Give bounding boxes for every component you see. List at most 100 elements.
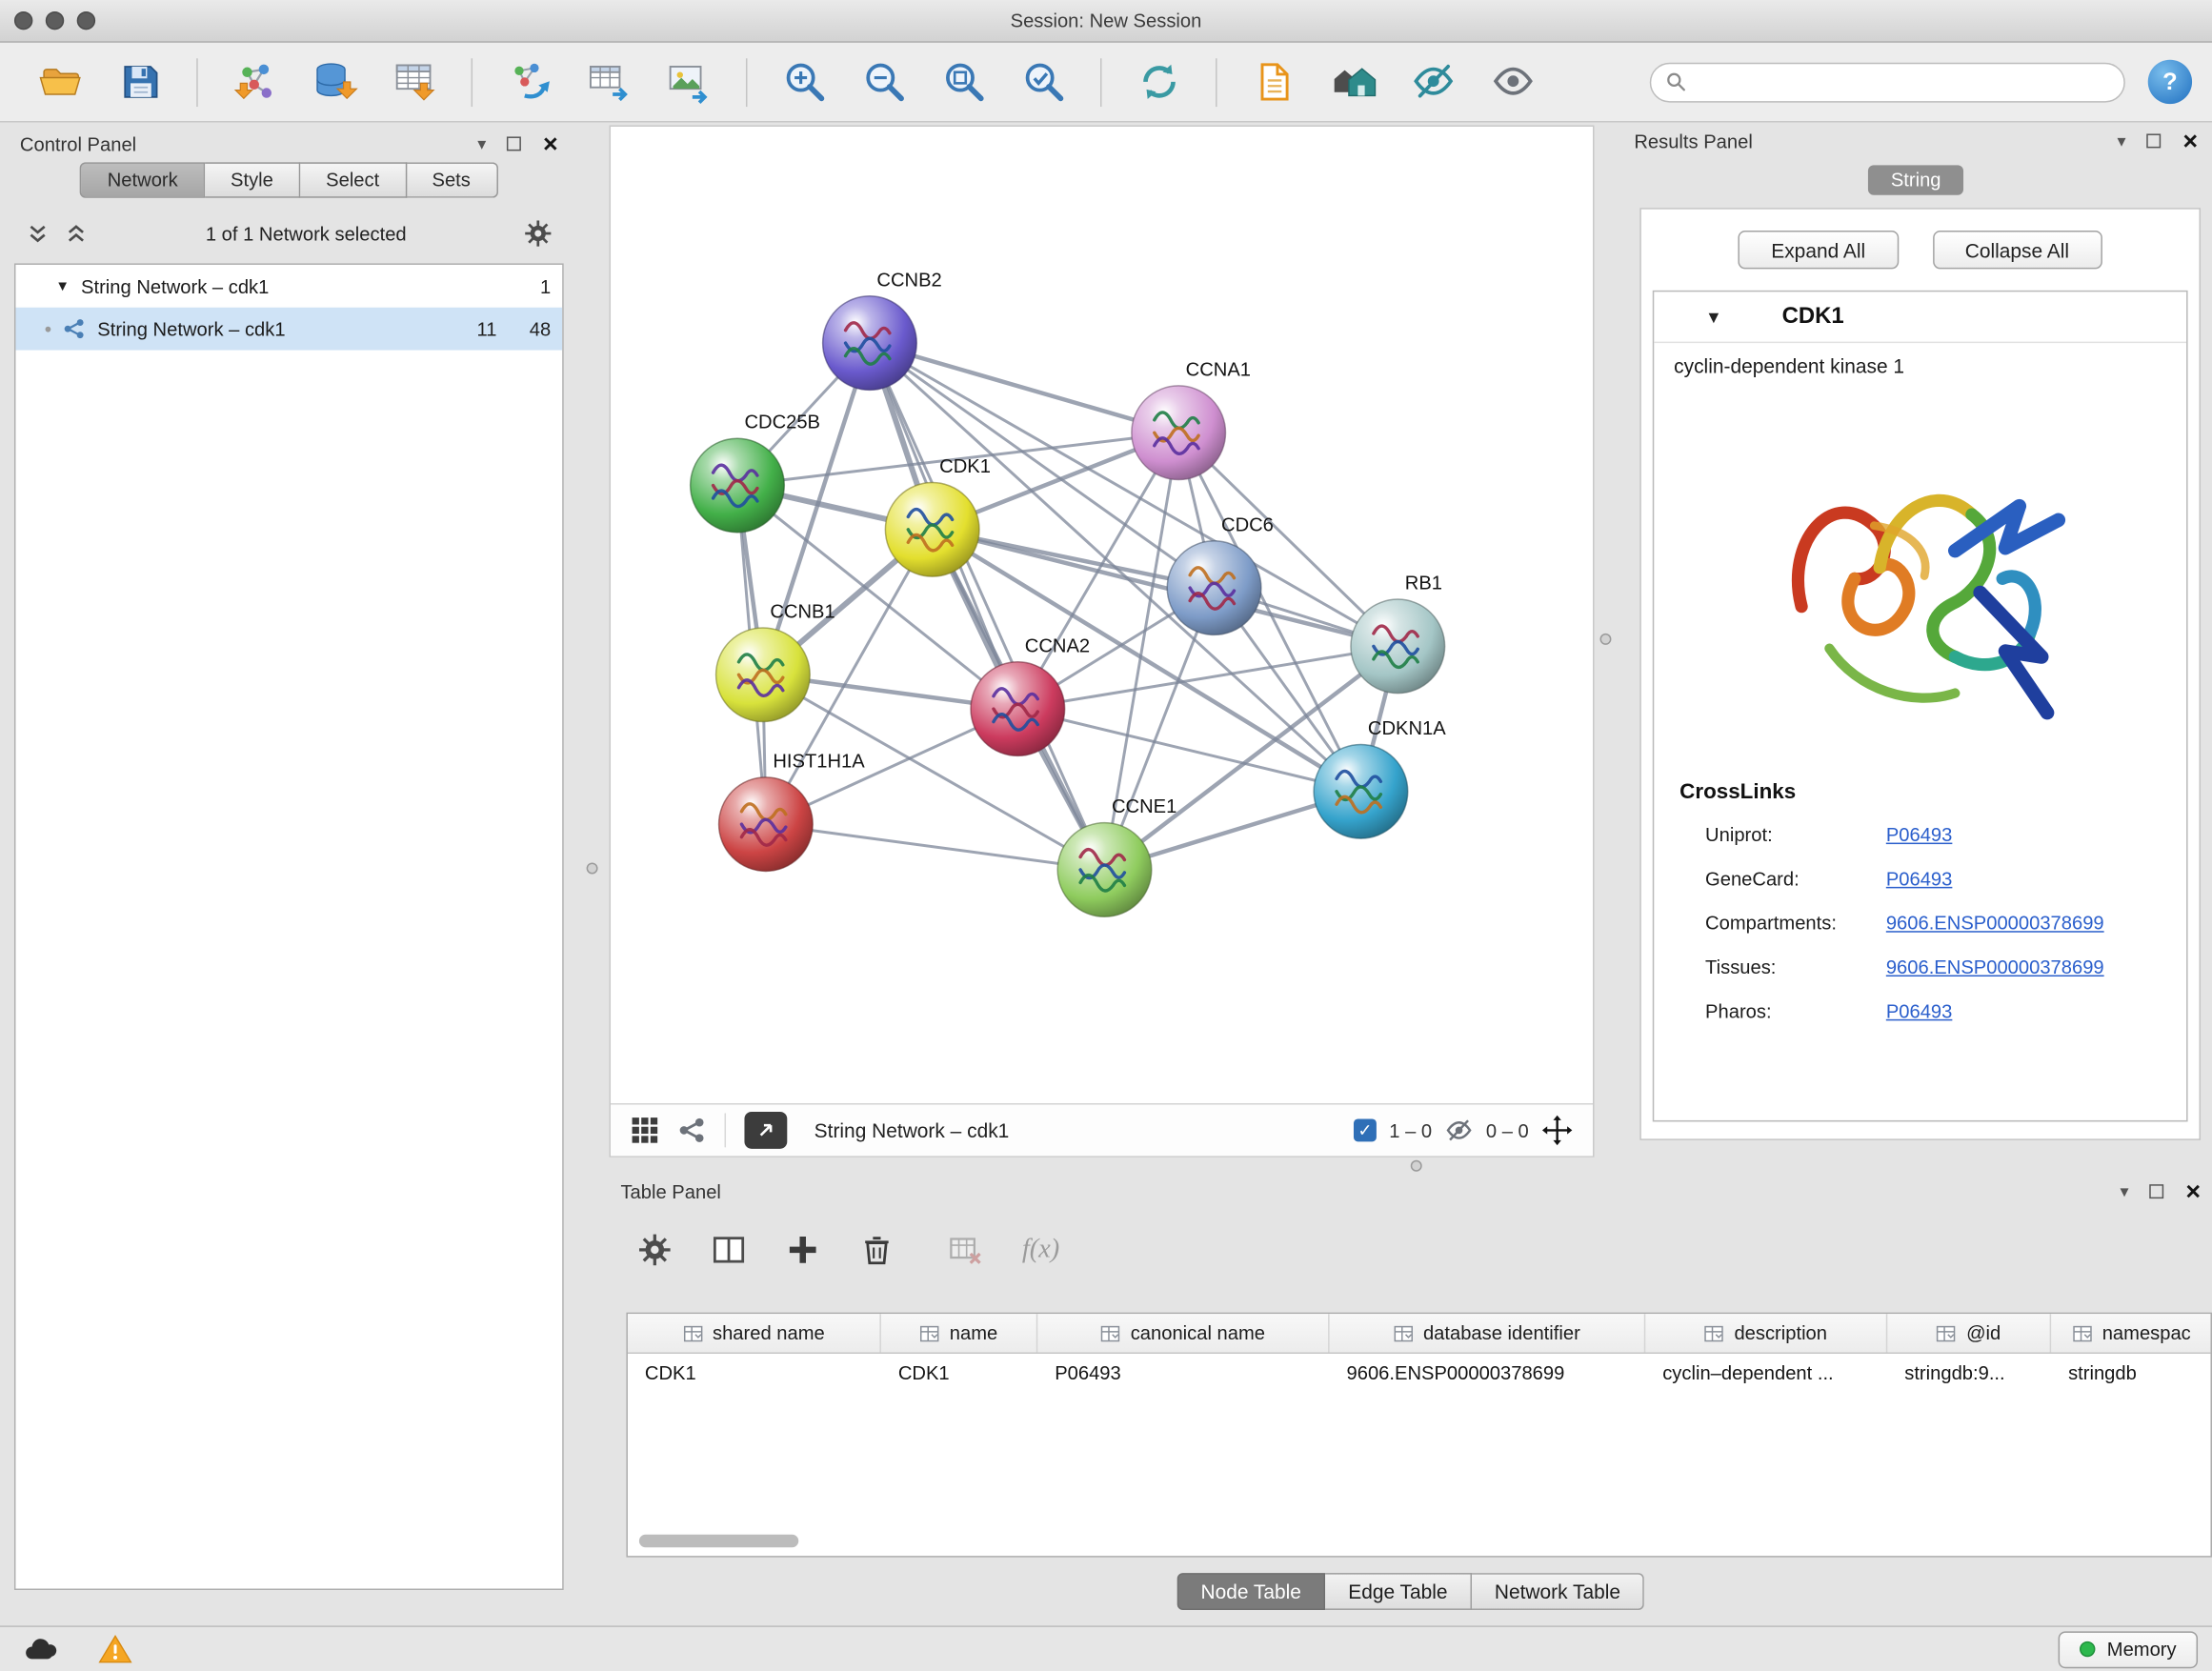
import-network-from-file-button[interactable] <box>222 52 288 112</box>
tree-expander-icon[interactable]: ▼ <box>55 278 70 293</box>
column-header-canonical-name[interactable]: canonical name <box>1037 1314 1329 1352</box>
search-input[interactable] <box>1696 71 2110 92</box>
network-edge-CDK1-RB1[interactable] <box>933 530 1398 647</box>
network-canvas[interactable]: CCNB2CCNA1CDC25BCDK1CDC6RB1CCNB1CCNA2CDK… <box>611 127 1593 1103</box>
column-header-database-identifier[interactable]: database identifier <box>1330 1314 1646 1352</box>
network-node-hist1h1a[interactable] <box>719 777 814 872</box>
network-tree-toolbar: 1 of 1 Network selected <box>9 213 570 253</box>
left-splitter-handle[interactable] <box>587 862 598 874</box>
network-node-ccnb2[interactable] <box>823 296 917 391</box>
crosslink-link[interactable]: 9606.ENSP00000378699 <box>1886 956 2104 977</box>
cloud-status-button[interactable] <box>14 1631 69 1668</box>
network-node-ccna1[interactable] <box>1132 386 1226 480</box>
right-splitter-handle[interactable] <box>1599 634 1611 645</box>
export-table-button[interactable] <box>576 52 642 112</box>
titlebar[interactable]: Session: New Session <box>0 0 2212 43</box>
tab-sets[interactable]: Sets <box>407 162 498 197</box>
tab-edge-table[interactable]: Edge Table <box>1325 1573 1472 1610</box>
collapse-all-button[interactable]: Collapse All <box>1932 231 2101 269</box>
panel-float-icon[interactable] <box>2150 1184 2164 1198</box>
show-columns-icon[interactable] <box>712 1233 746 1267</box>
horizontal-splitter-handle[interactable] <box>1411 1160 1422 1172</box>
network-edge-HIST1H1A-CCNE1[interactable] <box>766 824 1105 870</box>
crosslink-link[interactable]: 9606.ENSP00000378699 <box>1886 913 2104 934</box>
gene-entry-header[interactable]: ▼ CDK1 <box>1654 292 2186 343</box>
import-network-from-database-button[interactable] <box>302 52 368 112</box>
save-session-button[interactable] <box>107 52 172 112</box>
network-node-cdkn1a[interactable] <box>1314 744 1408 838</box>
warnings-button[interactable] <box>89 1631 143 1668</box>
crosslink-link[interactable]: P06493 <box>1886 1000 1953 1021</box>
pan-crosshair-icon[interactable] <box>1541 1115 1573 1146</box>
panel-float-icon[interactable] <box>508 136 522 151</box>
export-image-button[interactable] <box>656 52 722 112</box>
zoom-out-button[interactable] <box>852 52 917 112</box>
network-edge-CCNB2-CCNE1[interactable] <box>870 343 1105 870</box>
search-box[interactable] <box>1650 62 2125 102</box>
collapse-all-tree-icon[interactable] <box>64 221 88 245</box>
open-in-browser-button[interactable] <box>744 1112 787 1149</box>
zoom-fit-content-icon <box>940 58 987 105</box>
column-header-icon <box>1394 1323 1414 1343</box>
tab-string[interactable]: String <box>1868 165 1964 194</box>
panel-close-icon[interactable]: × <box>2185 1178 2201 1204</box>
add-column-icon[interactable] <box>786 1233 820 1267</box>
tab-select[interactable]: Select <box>300 162 406 197</box>
network-options-gear-icon[interactable] <box>524 219 553 248</box>
network-node-cdk1[interactable] <box>885 483 979 577</box>
column-header-shared-name[interactable]: shared name <box>628 1314 881 1352</box>
column-header-name[interactable]: name <box>881 1314 1037 1352</box>
import-table-from-file-button[interactable] <box>381 52 447 112</box>
zoom-in-button[interactable] <box>772 52 837 112</box>
panel-close-icon[interactable]: × <box>543 131 558 156</box>
panel-float-icon[interactable] <box>2147 133 2162 148</box>
network-node-rb1[interactable] <box>1351 599 1445 694</box>
table-row[interactable]: CDK1CDK1P064939606.ENSP00000378699cyclin… <box>628 1354 2211 1392</box>
column-header-description[interactable]: description <box>1645 1314 1887 1352</box>
tab-style[interactable]: Style <box>205 162 300 197</box>
show-panels-button[interactable] <box>1480 52 1546 112</box>
network-node-cdc6[interactable] <box>1167 541 1261 635</box>
table-options-gear-icon[interactable] <box>637 1233 672 1267</box>
table-cell: cyclin–dependent ... <box>1645 1362 1887 1383</box>
tab-network-table[interactable]: Network Table <box>1472 1573 1644 1610</box>
network-edge-CCNB2-CCNA1[interactable] <box>870 343 1178 433</box>
node-label-cdkn1a: CDKN1A <box>1368 718 1446 739</box>
network-share-icon[interactable] <box>677 1116 706 1144</box>
column-header--id[interactable]: @id <box>1887 1314 2051 1352</box>
network-node-ccna2[interactable] <box>971 662 1065 756</box>
crosslink-link[interactable]: P06493 <box>1886 824 1953 845</box>
node-label-ccne1: CCNE1 <box>1112 796 1176 817</box>
refresh-view-button[interactable] <box>1126 52 1192 112</box>
column-header-namespac[interactable]: namespac <box>2051 1314 2212 1352</box>
network-node-ccne1[interactable] <box>1057 823 1152 917</box>
panel-close-icon[interactable]: × <box>2182 128 2198 153</box>
tab-network[interactable]: Network <box>80 162 205 197</box>
expand-all-button[interactable]: Expand All <box>1739 231 1899 269</box>
zoom-fit-content-button[interactable] <box>931 52 996 112</box>
network-node-ccnb1[interactable] <box>716 628 811 722</box>
crosslink-link[interactable]: P06493 <box>1886 868 1953 889</box>
expand-all-tree-icon[interactable] <box>26 221 50 245</box>
tab-node-table[interactable]: Node Table <box>1176 1573 1325 1610</box>
home-view-button[interactable] <box>1321 52 1387 112</box>
panel-collapse-icon[interactable]: ▾ <box>477 135 486 152</box>
memory-button[interactable]: Memory <box>2059 1631 2198 1668</box>
panel-collapse-icon[interactable]: ▾ <box>2118 132 2126 150</box>
network-collection-row[interactable]: ▼ String Network – cdk1 1 <box>15 265 562 308</box>
entry-expander-icon[interactable]: ▼ <box>1705 307 1722 327</box>
help-button[interactable]: ? <box>2148 60 2192 104</box>
horizontal-scrollbar-thumb[interactable] <box>639 1535 798 1547</box>
delete-column-icon[interactable] <box>859 1233 894 1267</box>
export-network-button[interactable] <box>496 52 562 112</box>
function-builder-button[interactable]: f(x) <box>1022 1234 1059 1265</box>
hide-panels-button[interactable] <box>1400 52 1466 112</box>
network-node-cdc25b[interactable] <box>691 438 785 533</box>
panel-collapse-icon[interactable]: ▾ <box>2121 1183 2129 1200</box>
zoom-selected-button[interactable] <box>1011 52 1076 112</box>
copy-document-button[interactable] <box>1241 52 1307 112</box>
birdseye-view-icon[interactable] <box>631 1116 659 1144</box>
selected-nodes-checkbox-icon[interactable]: ✓ <box>1354 1118 1377 1141</box>
network-row[interactable]: ● String Network – cdk1 11 48 <box>15 308 562 351</box>
open-session-button[interactable] <box>27 52 92 112</box>
